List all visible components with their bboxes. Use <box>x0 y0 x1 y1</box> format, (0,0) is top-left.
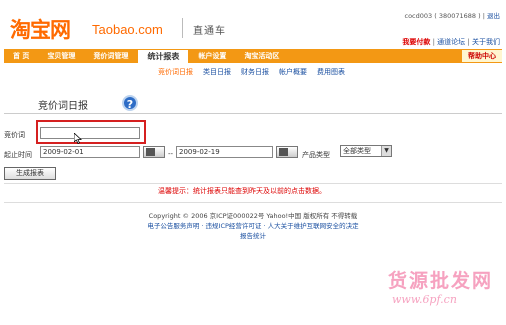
pay-link[interactable]: 我要付款 <box>402 38 430 46</box>
copyright-text: Copyright © 2006 京ICP证000022号 Yahoo!中国 版… <box>148 212 358 220</box>
nav-items[interactable]: 宝贝管理 <box>38 49 84 63</box>
product-name: 直通车 <box>193 26 226 37</box>
footer-stats-link[interactable]: 报告统计 <box>0 230 506 240</box>
highlight-box <box>36 120 146 144</box>
nav-activities[interactable]: 淘宝活动区 <box>235 49 288 63</box>
logo-en: Taobao.com <box>92 22 163 37</box>
page-title: 竞价词日报 <box>38 101 88 112</box>
logout-link[interactable]: 退出 <box>487 12 500 20</box>
end-calendar-icon[interactable] <box>276 146 298 158</box>
sub-nav: 竞价词日报 类目日报 财务日报 帐户概要 费用图表 <box>158 67 345 77</box>
keyword-label: 竞价词 <box>4 131 25 139</box>
generate-report-button[interactable]: 生成报表 <box>4 167 56 180</box>
subnav-finance-daily[interactable]: 财务日报 <box>241 67 269 77</box>
about-link[interactable]: 关于我们 <box>472 38 500 46</box>
footer-links[interactable]: 电子公告服务声明 · 违规ICP经营许可证 · 人大关于维护互联网安全的决定 <box>0 220 506 230</box>
main-nav: 首 页 宝贝管理 竞价词管理 统计报表 帐户设置 淘宝活动区 帮助中心 <box>4 49 502 63</box>
header-links: 我要付款 | 通道论坛 | 关于我们 <box>402 38 500 46</box>
nav-keywords[interactable]: 竞价词管理 <box>84 49 137 63</box>
subnav-account-summary[interactable]: 帐户概要 <box>279 67 307 77</box>
subnav-category-daily[interactable]: 类目日报 <box>203 67 231 77</box>
end-date-input[interactable]: 2009-02-19 <box>176 146 273 158</box>
footer-divider <box>4 202 502 203</box>
logo-divider <box>182 18 183 38</box>
subnav-cost-chart[interactable]: 费用图表 <box>317 67 345 77</box>
help-icon[interactable]: ? <box>122 95 138 111</box>
watermark-text: 货源批发网 <box>388 270 494 292</box>
start-calendar-icon[interactable] <box>143 146 165 158</box>
product-type-value: 全部类型 <box>343 147 371 155</box>
time-range-label: 起止时间 <box>4 151 32 159</box>
forum-link[interactable]: 通道论坛 <box>437 38 465 46</box>
subnav-keyword-daily[interactable]: 竞价词日报 <box>158 67 193 77</box>
user-bar: cocd003 ( 380071688 ) | 退出 <box>404 12 501 20</box>
user-info: cocd003 ( 380071688 ) <box>404 12 481 20</box>
date-separator: -- <box>168 150 174 158</box>
watermark-url: www.6pf.cn <box>392 293 457 306</box>
logo-cn: 淘宝网 <box>10 18 71 42</box>
nav-home[interactable]: 首 页 <box>4 49 38 63</box>
title-divider <box>4 113 502 114</box>
product-type-label: 产品类型 <box>302 151 330 159</box>
chevron-down-icon[interactable]: ▼ <box>381 146 391 156</box>
start-date-input[interactable]: 2009-02-01 <box>40 146 140 158</box>
nav-account[interactable]: 帐户设置 <box>189 49 235 63</box>
mouse-cursor-icon <box>74 133 82 144</box>
help-center-link[interactable]: 帮助中心 <box>462 50 502 62</box>
form-divider <box>4 183 502 184</box>
notice-text: 温馨提示：统计报表只能查到昨天及以前的点击数据。 <box>158 187 326 195</box>
product-type-select[interactable]: 全部类型 ▼ <box>340 145 392 157</box>
nav-reports[interactable]: 统计报表 <box>137 49 190 63</box>
